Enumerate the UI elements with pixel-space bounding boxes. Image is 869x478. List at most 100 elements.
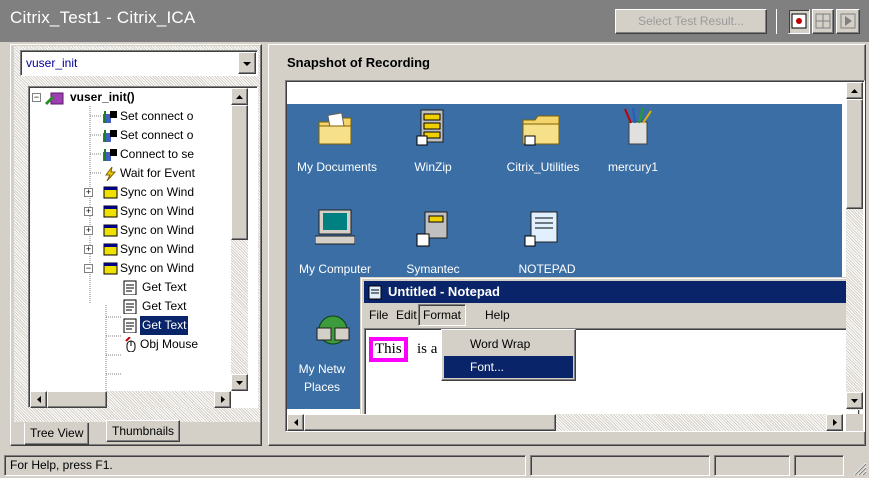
tree-expand-icon[interactable]: + [84, 207, 93, 216]
play-button[interactable] [836, 9, 860, 34]
tree-collapse-icon[interactable]: − [32, 93, 41, 102]
snapshot-icon [791, 13, 807, 29]
menu-format[interactable]: Format [418, 304, 467, 326]
folder-citrix-utilities-icon [522, 115, 560, 146]
network-places-icon [316, 315, 350, 345]
folder-documents-icon [318, 112, 352, 145]
tree-collapse-icon[interactable]: − [84, 264, 93, 273]
snapshot-scroll-up-button[interactable] [846, 82, 863, 99]
split-view-button[interactable] [812, 9, 834, 34]
tree-item-label: Get Text [140, 316, 189, 335]
desktop-icon-label[interactable]: My Documents [287, 160, 387, 174]
sync-window-icon [103, 243, 118, 256]
menu-file[interactable]: File [369, 304, 388, 326]
notepad-window: Untitled - Notepad File Edit Format Help… [360, 277, 860, 428]
tab-tree-view[interactable]: Tree View [24, 423, 90, 445]
desktop-icon-label[interactable]: My Computer [287, 262, 383, 276]
connect-icon [103, 130, 117, 142]
get-text-icon [123, 299, 137, 314]
arrow-left-icon [294, 419, 298, 426]
tree-item-label: Set connect o [120, 109, 194, 123]
tree-item-label: Sync on Wind [120, 242, 195, 256]
tree-expand-icon[interactable]: + [84, 226, 93, 235]
tree-item-label: Obj Mouse [140, 337, 199, 351]
notepad-titlebar: Untitled - Notepad [364, 281, 858, 303]
text-content: is a [417, 341, 438, 357]
status-bar: For Help, press F1. [0, 452, 869, 478]
snapshot-hscroll-thumb[interactable] [304, 414, 556, 431]
symantec-icon [416, 211, 448, 247]
action-combo[interactable]: vuser_init [20, 50, 258, 76]
mouse-icon [125, 337, 136, 352]
tree-item-label: Set connect o [120, 128, 194, 142]
tree-scroll-right-button[interactable] [214, 391, 231, 408]
connect-icon [103, 149, 117, 161]
script-root-icon [45, 92, 64, 105]
menu-item-font[interactable]: Font... [444, 356, 573, 378]
combo-dropdown-button[interactable] [238, 52, 256, 74]
sync-window-icon [103, 262, 118, 275]
tree-item-label: Sync on Wind [120, 261, 195, 275]
arrow-down-icon [851, 399, 858, 403]
snapshot-scroll-right-button[interactable] [826, 414, 843, 431]
resize-grip-icon[interactable] [851, 460, 867, 476]
snapshot-view-button[interactable] [788, 9, 810, 34]
my-computer-icon [315, 209, 355, 245]
menu-help[interactable]: Help [485, 304, 510, 326]
tree-item-label: Get Text [142, 299, 187, 313]
select-test-result-button[interactable]: Select Test Result... [615, 9, 767, 34]
desktop-icon-label[interactable]: Citrix_Utilities [493, 160, 593, 174]
desktop-icon-label[interactable]: My Netw [287, 362, 357, 376]
tree-list: − vuser_init() Set connect o Set connect… [30, 88, 230, 393]
snapshot-scroll-down-button[interactable] [846, 392, 863, 409]
notepad-shortcut-icon [524, 211, 558, 247]
get-text-icon [123, 318, 137, 333]
arrow-right-icon [833, 419, 837, 426]
play-icon [840, 13, 856, 29]
arrow-right-icon [221, 396, 225, 403]
text-highlight: This [369, 337, 408, 362]
get-text-icon [123, 280, 137, 295]
sync-window-icon [103, 224, 118, 237]
sync-window-icon [103, 186, 118, 199]
connect-icon [103, 111, 117, 123]
tree-expand-icon[interactable]: + [84, 245, 93, 254]
chevron-down-icon [243, 62, 251, 66]
desktop-icon-label[interactable]: NOTEPAD [497, 262, 597, 276]
arrow-up-icon [236, 95, 243, 99]
status-pane [714, 455, 790, 476]
mercury-icon [624, 107, 652, 145]
snapshot-scroll-left-button[interactable] [287, 414, 304, 431]
scroll-corner [846, 414, 863, 431]
tree-item-label: Wait for Event [120, 166, 195, 180]
toolbar-separator [775, 9, 777, 34]
sync-window-icon [103, 205, 118, 218]
action-combo-value: vuser_init [26, 56, 78, 70]
tree-item-label: Get Text [142, 280, 187, 294]
desktop-icon-label[interactable]: Symantec [397, 262, 469, 276]
status-pane [530, 455, 710, 476]
tab-thumbnails[interactable]: Thumbnails [106, 420, 181, 442]
snapshot-scroll-thumb[interactable] [846, 99, 863, 209]
menu-item-word-wrap[interactable]: Word Wrap [444, 333, 573, 355]
window-titlebar: Citrix_Test1 - Citrix_ICA Select Test Re… [0, 0, 869, 42]
tree-hscroll-thumb[interactable] [47, 391, 107, 408]
desktop-icon-label[interactable]: WinZip [397, 160, 469, 174]
tree-scroll-left-button[interactable] [30, 391, 47, 408]
arrow-up-icon [851, 89, 858, 93]
desktop-icon-label[interactable]: Places [287, 380, 357, 394]
tree-root-label: vuser_init() [70, 90, 135, 104]
tree-scroll-down-button[interactable] [231, 374, 248, 391]
arrow-down-icon [236, 381, 243, 385]
tree-scroll-thumb[interactable] [231, 105, 248, 240]
desktop-icon-label[interactable]: mercury1 [603, 160, 663, 174]
window-title: Citrix_Test1 - Citrix_ICA [10, 8, 196, 27]
tree-item-label: Sync on Wind [120, 204, 195, 218]
notepad-text-area[interactable]: This is a [364, 328, 858, 428]
status-pane [794, 455, 844, 476]
notepad-app-icon [368, 285, 382, 300]
tree-scroll-up-button[interactable] [231, 88, 248, 105]
snapshot-title: Snapshot of Recording [287, 55, 430, 70]
menu-edit[interactable]: Edit [396, 304, 417, 326]
tree-expand-icon[interactable]: + [84, 188, 93, 197]
